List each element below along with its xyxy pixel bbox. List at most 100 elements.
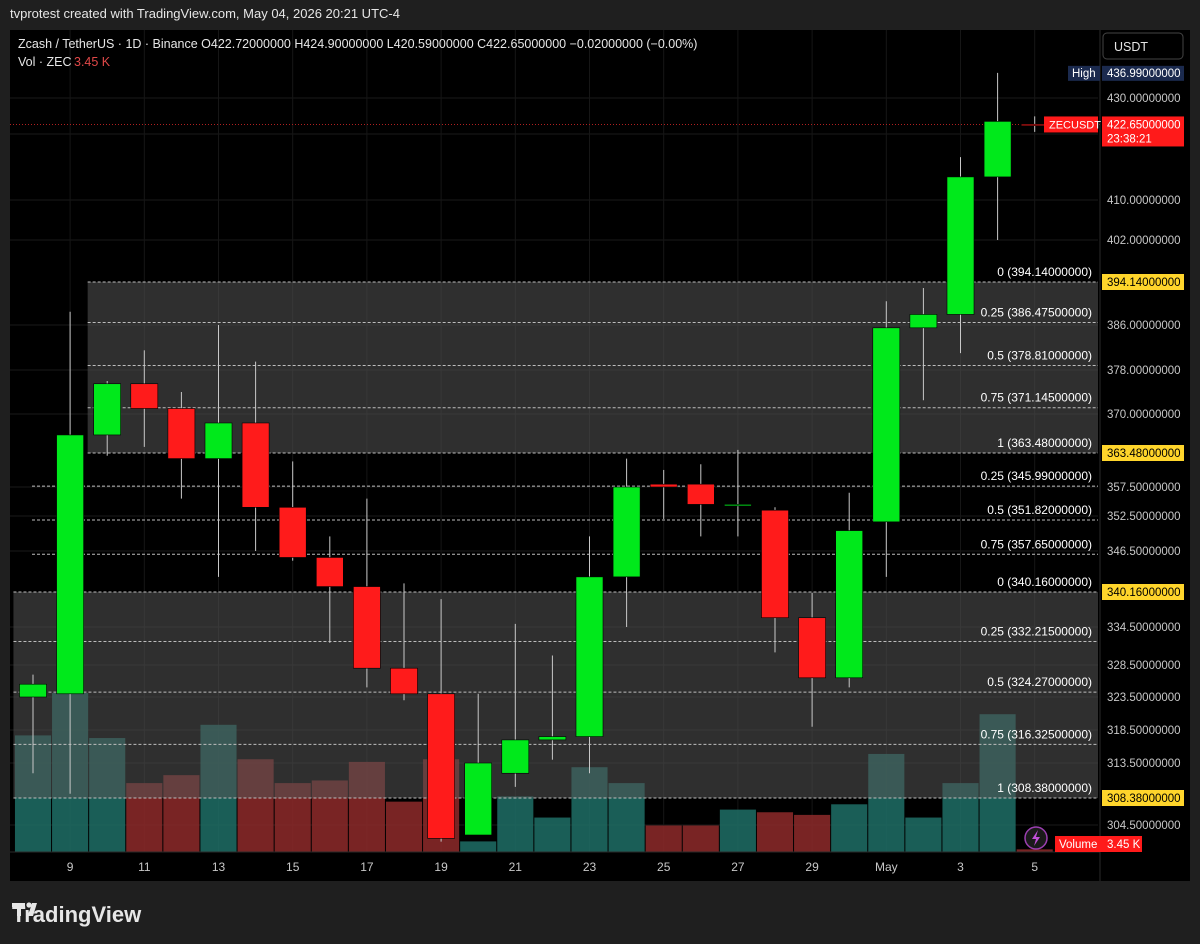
x-tick-label: 9 <box>67 860 74 874</box>
candle-body <box>427 693 455 839</box>
currency-label: USDT <box>1114 40 1148 54</box>
candle-body <box>204 422 233 459</box>
fib-zone-0: 0 (394.14000000) 0.25 (386.47500000) 0.5 (… <box>87 265 1098 454</box>
candle-body <box>167 408 196 459</box>
candle-body <box>390 667 418 695</box>
y-tick-label: 313.50000000 <box>1107 758 1181 770</box>
y-tick-label: 318.50000000 <box>1107 725 1181 737</box>
x-tick-label: 5 <box>1031 860 1038 874</box>
fib-level-label: 0 (340.16000000) <box>997 575 1092 589</box>
x-tick-label: 29 <box>805 860 819 874</box>
fib-price-tag-label: 308.38000000 <box>1107 793 1181 805</box>
candle-body <box>798 617 826 679</box>
fib-level-label: 0.5 (378.81000000) <box>987 348 1092 362</box>
y-tick-label: 352.50000000 <box>1107 511 1181 523</box>
fib-level-label: 0.75 (316.32500000) <box>981 727 1092 741</box>
fib-level-label: 1 (363.48000000) <box>997 436 1092 450</box>
candle-body <box>278 506 307 558</box>
candle-body <box>761 509 789 619</box>
volume-bar <box>831 804 868 852</box>
volume-bar <box>905 817 942 852</box>
high-value-label: 436.99000000 <box>1107 68 1181 80</box>
publisher-credit: tvprotest created with TradingView.com, … <box>10 6 400 21</box>
candle-body <box>353 586 381 669</box>
candle-body <box>612 486 641 578</box>
candle-body <box>835 530 864 679</box>
candle-body <box>983 121 1012 178</box>
volume-tag-label: Volume <box>1059 839 1097 851</box>
x-tick-label: 15 <box>286 860 300 874</box>
candle-body <box>909 314 938 329</box>
legend-volume-value: 3.45 K <box>74 55 111 69</box>
candle-body <box>56 434 84 695</box>
volume-value-label: 3.45 K <box>1107 839 1141 851</box>
price-axis: 430.00000000420.00000000410.00000000402.… <box>1107 93 1181 832</box>
fib-price-tag-label: 340.16000000 <box>1107 587 1181 599</box>
candle-body <box>19 683 47 698</box>
legend: Zcash / TetherUS · 1D · Binance O422.720… <box>18 37 697 69</box>
candle-body <box>724 504 752 507</box>
y-tick-label: 323.50000000 <box>1107 692 1181 704</box>
lightning-icon <box>1024 826 1048 850</box>
fib-level-label: 0 (394.14000000) <box>997 265 1092 279</box>
last-price-label: 422.65000000 <box>1107 119 1181 131</box>
volume-bar <box>645 825 682 852</box>
ticker-tag-label: ZECUSDT <box>1049 119 1101 131</box>
x-tick-label: 17 <box>360 860 374 874</box>
legend-symbol: Zcash / TetherUS · 1D · Binance O422.720… <box>18 37 697 51</box>
y-tick-label: 304.50000000 <box>1107 820 1181 832</box>
y-tick-label: 357.50000000 <box>1107 482 1181 494</box>
candle-body <box>315 557 344 587</box>
fib-zone-2: 0.75 (357.65000000) 0.5 (351.82000000) 0.2… <box>32 469 1098 555</box>
x-tick-label: 27 <box>731 860 745 874</box>
fib-price-tag-label: 394.14000000 <box>1107 277 1181 289</box>
candle-body <box>93 383 121 436</box>
fib-price-tag-label: 363.48000000 <box>1107 448 1181 460</box>
y-tick-label: 370.00000000 <box>1107 409 1181 421</box>
chart-frame[interactable]: 0 (394.14000000) 0.25 (386.47500000) 0.5 (… <box>10 30 1190 881</box>
tradingview-logo-icon <box>12 902 37 916</box>
fib-zone-box <box>13 592 1099 798</box>
candle-body <box>686 483 715 505</box>
high-tag-label: High <box>1072 68 1096 80</box>
countdown-label: 23:38:21 <box>1107 133 1152 145</box>
x-tick-label: 13 <box>212 860 226 874</box>
legend-volume-label: Vol · ZEC <box>18 55 72 69</box>
time-axis: 9 11 13 15 17 19 21 23 25 27 29 May 3 5 <box>67 860 1039 874</box>
y-tick-label: 346.50000000 <box>1107 546 1181 558</box>
volume-bar <box>460 841 497 852</box>
y-tick-label: 402.00000000 <box>1107 235 1181 247</box>
y-tick-label: 334.50000000 <box>1107 622 1181 634</box>
y-tick-label: 328.50000000 <box>1107 660 1181 672</box>
y-tick-label: 430.00000000 <box>1107 93 1181 105</box>
x-tick-label: 25 <box>657 860 671 874</box>
candle-body <box>464 762 493 836</box>
candle-body <box>241 422 270 508</box>
candle-body <box>501 739 530 774</box>
fib-level-label: 0.25 (332.21500000) <box>981 624 1092 638</box>
volume-bar <box>682 825 719 852</box>
x-tick-label: May <box>875 860 898 874</box>
candle-body <box>538 736 567 741</box>
volume-bar <box>794 814 831 852</box>
footer: TradingView <box>12 900 141 930</box>
fib-level-label: 0.5 (351.82000000) <box>987 503 1092 517</box>
x-tick-label: 3 <box>957 860 964 874</box>
fib-level-label: 1 (308.38000000) <box>997 781 1092 795</box>
candle-body <box>946 176 975 315</box>
y-tick-label: 378.00000000 <box>1107 365 1181 377</box>
x-tick-label: 21 <box>509 860 523 874</box>
candle-body <box>575 576 604 737</box>
fib-level-label: 0.25 (386.47500000) <box>981 305 1092 319</box>
fib-level-label: 0.75 (371.14500000) <box>981 391 1092 405</box>
candle-body <box>872 327 901 523</box>
fib-level-label: 0.75 (357.65000000) <box>981 537 1092 551</box>
top-bar: tvprotest created with TradingView.com, … <box>0 0 1200 30</box>
fib-level-label: 0.25 (345.99000000) <box>981 469 1092 483</box>
y-tick-label: 386.00000000 <box>1107 320 1181 332</box>
candlestick-chart[interactable]: 0 (394.14000000) 0.25 (386.47500000) 0.5 (… <box>10 30 1190 881</box>
volume-bar <box>534 817 571 852</box>
candle-body <box>130 383 159 409</box>
fib-zone-1: 0 (340.16000000) 0.25 (332.21500000) 0.5 (… <box>13 575 1099 799</box>
fib-level-label: 0.5 (324.27000000) <box>987 675 1092 689</box>
